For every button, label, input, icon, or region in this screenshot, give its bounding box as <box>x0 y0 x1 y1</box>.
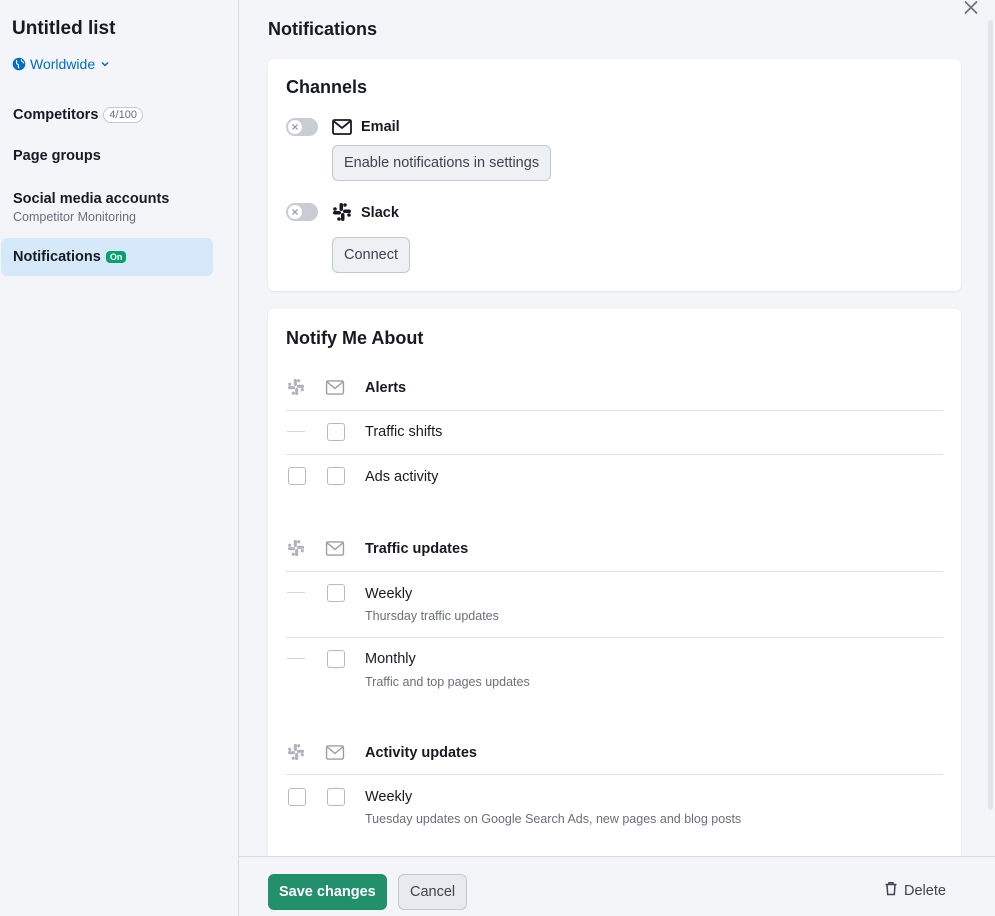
trash-icon <box>884 881 898 900</box>
divider <box>286 774 943 775</box>
sidebar-item-label: Competitors <box>13 107 99 123</box>
slack-unavailable-dash <box>287 658 305 659</box>
option-description: Traffic and top pages updates <box>365 675 530 689</box>
region-label: Worldwide <box>30 56 96 72</box>
group-title-alerts: Alerts <box>365 380 407 396</box>
email-toggle[interactable] <box>286 118 318 136</box>
divider <box>286 410 943 411</box>
globe-icon <box>12 57 26 71</box>
slack-unavailable-dash <box>287 592 305 593</box>
sidebar: Untitled list Worldwide Competitors 4/10… <box>0 0 239 916</box>
page-title: Notifications <box>268 19 378 39</box>
slack-unavailable-dash <box>287 431 305 432</box>
status-badge: On <box>105 251 127 263</box>
channels-card: Channels Email Enable notifications in s… <box>268 59 961 291</box>
chevron-down-icon <box>99 58 111 70</box>
sidebar-item-label: Notifications <box>13 249 101 265</box>
option-label: Monthly <box>365 651 416 667</box>
email-checkbox-activity-weekly[interactable] <box>327 788 345 806</box>
option-description: Tuesday updates on Google Search Ads, ne… <box>365 812 742 826</box>
count-badge: 4/100 <box>103 107 143 123</box>
slack-channel-name: Slack <box>361 205 399 221</box>
mail-icon <box>325 742 345 762</box>
mail-icon <box>331 117 353 137</box>
slack-checkbox-ads-activity[interactable] <box>288 467 306 485</box>
save-changes-button[interactable]: Save changes <box>268 874 387 910</box>
email-channel-name: Email <box>361 119 400 135</box>
sidebar-item-competitors[interactable]: Competitors 4/100 <box>1 101 213 129</box>
cancel-button[interactable]: Cancel <box>398 874 468 910</box>
region-selector[interactable]: Worldwide <box>12 56 111 72</box>
enable-notifications-button[interactable]: Enable notifications in settings <box>332 145 552 181</box>
option-label: Weekly <box>365 586 413 602</box>
close-icon[interactable] <box>962 0 980 18</box>
slack-checkbox-activity-weekly[interactable] <box>288 788 306 806</box>
email-checkbox-traffic-monthly[interactable] <box>327 650 345 668</box>
list-title: Untitled list <box>12 18 116 39</box>
delete-button[interactable]: Delete <box>884 881 946 900</box>
group-title-activity-updates: Activity updates <box>365 745 477 761</box>
option-label: Traffic shifts <box>365 424 443 440</box>
option-label: Weekly <box>365 789 413 805</box>
scrollbar[interactable] <box>988 20 993 810</box>
x-small-icon <box>288 205 302 219</box>
sidebar-item-social-media[interactable]: Social media accounts Competitor Monitor… <box>1 186 213 228</box>
email-checkbox-ads-activity[interactable] <box>327 467 345 485</box>
mail-icon <box>325 538 345 558</box>
notify-card: Notify Me About Alerts Traffic shifts Ad… <box>268 309 961 869</box>
channels-title: Channels <box>286 77 368 97</box>
option-label: Ads activity <box>365 469 439 485</box>
slack-icon <box>286 377 306 397</box>
sidebar-item-page-groups[interactable]: Page groups <box>1 142 213 170</box>
sidebar-item-sublabel: Competitor Monitoring <box>13 209 136 224</box>
slack-icon <box>331 202 353 222</box>
slack-icon <box>286 742 306 762</box>
email-checkbox-traffic-shifts[interactable] <box>327 423 345 441</box>
sidebar-item-label: Social media accounts <box>13 190 170 207</box>
divider <box>286 637 943 638</box>
mail-icon <box>325 377 345 397</box>
delete-label: Delete <box>904 882 946 899</box>
sidebar-item-notifications[interactable]: Notifications On <box>1 238 213 276</box>
sidebar-item-label: Page groups <box>13 148 101 164</box>
slack-toggle[interactable] <box>286 203 318 221</box>
slack-icon <box>286 538 306 558</box>
email-checkbox-traffic-weekly[interactable] <box>327 584 345 602</box>
divider <box>286 454 943 455</box>
notify-title: Notify Me About <box>286 328 424 348</box>
connect-slack-button[interactable]: Connect <box>332 237 411 273</box>
option-description: Thursday traffic updates <box>365 609 499 623</box>
x-small-icon <box>288 120 302 134</box>
group-title-traffic-updates: Traffic updates <box>365 541 469 557</box>
divider <box>286 571 943 572</box>
